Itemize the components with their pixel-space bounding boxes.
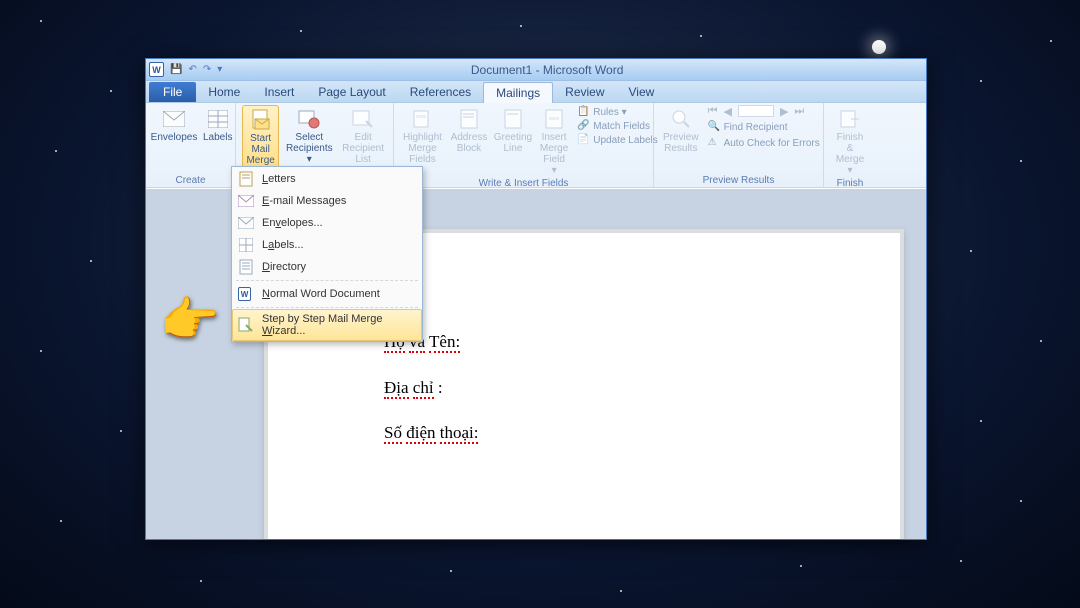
auto-check-errors-button: ⚠Auto Check for Errors <box>706 136 822 150</box>
labels-icon <box>206 107 230 131</box>
dd-wizard-label: Step by Step Mail Merge Wizard... <box>262 313 416 337</box>
qat-redo-icon[interactable]: ↷ <box>203 64 211 75</box>
address-block-button: Address Block <box>449 105 489 156</box>
rules-button: 📋Rules ▾ <box>575 105 660 119</box>
qat-save-icon[interactable]: 💾 <box>170 64 182 75</box>
dd-separator-2 <box>236 307 418 308</box>
window-title: Document1 - Microsoft Word <box>222 63 872 77</box>
auto-check-icon: ⚠ <box>708 137 720 149</box>
rules-icon: 📋 <box>577 106 589 118</box>
letters-icon <box>238 171 254 187</box>
insert-merge-field-icon <box>542 107 566 131</box>
record-number-input <box>738 105 774 117</box>
dd-wizard[interactable]: Step by Step Mail Merge Wizard... <box>232 309 422 341</box>
insert-merge-field-button: Insert Merge Field ▾ <box>537 105 571 178</box>
word-window: W 💾 ↶ ↷ ▾ Document1 - Microsoft Word Fil… <box>145 58 927 540</box>
greeting-line-icon <box>501 107 525 131</box>
prev-record-icon: ◀ <box>723 105 731 118</box>
dd-separator <box>236 280 418 281</box>
ribbon-group-preview: Preview Results ⏮ ◀ ▶ ⏭ 🔍Find Recipient … <box>654 103 824 187</box>
find-recipient-icon: 🔍 <box>708 121 720 133</box>
match-fields-icon: 🔗 <box>577 120 589 132</box>
envelopes-button[interactable]: Envelopes <box>152 105 196 145</box>
tab-mailings[interactable]: Mailings <box>483 82 553 103</box>
edit-recipient-list-button: Edit Recipient List <box>339 105 387 167</box>
find-recipient-button: 🔍Find Recipient <box>706 120 822 134</box>
dd-letters[interactable]: Letters <box>232 168 422 190</box>
bright-star <box>872 40 886 54</box>
select-recipients-icon <box>297 107 321 131</box>
dd-envelopes-label: Envelopes... <box>262 217 323 229</box>
document-body: Họ và Tên: Địa chỉ : Số điện thoại: <box>384 329 478 466</box>
finish-merge-icon <box>838 107 862 131</box>
word-icon: W <box>149 62 164 77</box>
last-record-icon: ⏭ <box>794 105 804 118</box>
ribbon-group-write-insert: Highlight Merge Fields Address Block Gre… <box>394 103 654 187</box>
envelopes-dd-icon <box>238 215 254 231</box>
tab-home[interactable]: Home <box>196 82 252 102</box>
preview-results-icon <box>669 107 693 131</box>
start-mail-merge-dropdown: Letters E-mail Messages Envelopes... Lab… <box>231 166 423 342</box>
dd-labels[interactable]: Labels... <box>232 234 422 256</box>
ribbon-tabs: File Home Insert Page Layout References … <box>146 81 926 103</box>
word-doc-icon: W <box>238 286 254 302</box>
update-labels-button: 📄Update Labels <box>575 133 660 147</box>
start-mail-merge-icon <box>249 108 273 132</box>
dd-labels-label: Labels... <box>262 239 304 251</box>
doc-line-phone: Số điện thoại: <box>384 420 478 446</box>
wizard-icon <box>238 317 254 333</box>
preview-results-button: Preview Results <box>660 105 702 156</box>
dd-email[interactable]: E-mail Messages <box>232 190 422 212</box>
address-block-icon <box>457 107 481 131</box>
tab-references[interactable]: References <box>398 82 483 102</box>
highlight-icon <box>410 107 434 131</box>
dd-directory[interactable]: Directory <box>232 256 422 278</box>
finish-merge-button: Finish & Merge ▾ <box>830 105 870 178</box>
first-record-icon: ⏮ <box>708 105 718 118</box>
select-recipients-button[interactable]: Select Recipients ▾ <box>283 105 335 167</box>
envelope-icon <box>162 107 186 131</box>
tab-insert[interactable]: Insert <box>252 82 306 102</box>
quick-access-toolbar: 💾 ↶ ↷ ▾ <box>170 64 222 75</box>
dd-email-label: E-mail Messages <box>262 195 346 207</box>
labels-button[interactable]: Labels <box>200 105 235 145</box>
tab-review[interactable]: Review <box>553 82 616 102</box>
tab-page-layout[interactable]: Page Layout <box>306 82 397 102</box>
directory-icon <box>238 259 254 275</box>
highlight-merge-fields-button: Highlight Merge Fields <box>400 105 445 167</box>
dd-normal-label: Normal Word Document <box>262 288 380 300</box>
tab-file[interactable]: File <box>149 82 196 102</box>
match-fields-button: 🔗Match Fields <box>575 119 660 133</box>
qat-undo-icon[interactable]: ↶ <box>188 64 196 75</box>
edit-recipient-list-icon <box>351 107 375 131</box>
ribbon-group-create: Envelopes Labels Create <box>146 103 236 187</box>
dd-directory-label: Directory <box>262 261 306 273</box>
update-labels-icon: 📄 <box>577 134 589 146</box>
pointing-hand-icon: 👉 <box>160 291 220 348</box>
tab-view[interactable]: View <box>617 82 667 102</box>
doc-line-address: Địa chỉ : <box>384 375 478 401</box>
dd-normal[interactable]: W Normal Word Document <box>232 283 422 305</box>
ribbon-group-finish: Finish & Merge ▾ Finish <box>824 103 876 187</box>
title-bar: W 💾 ↶ ↷ ▾ Document1 - Microsoft Word <box>146 59 926 81</box>
labels-dd-icon <box>238 237 254 253</box>
next-record-icon: ▶ <box>780 105 788 118</box>
dd-envelopes[interactable]: Envelopes... <box>232 212 422 234</box>
email-icon <box>238 193 254 209</box>
greeting-line-button: Greeting Line <box>493 105 533 156</box>
